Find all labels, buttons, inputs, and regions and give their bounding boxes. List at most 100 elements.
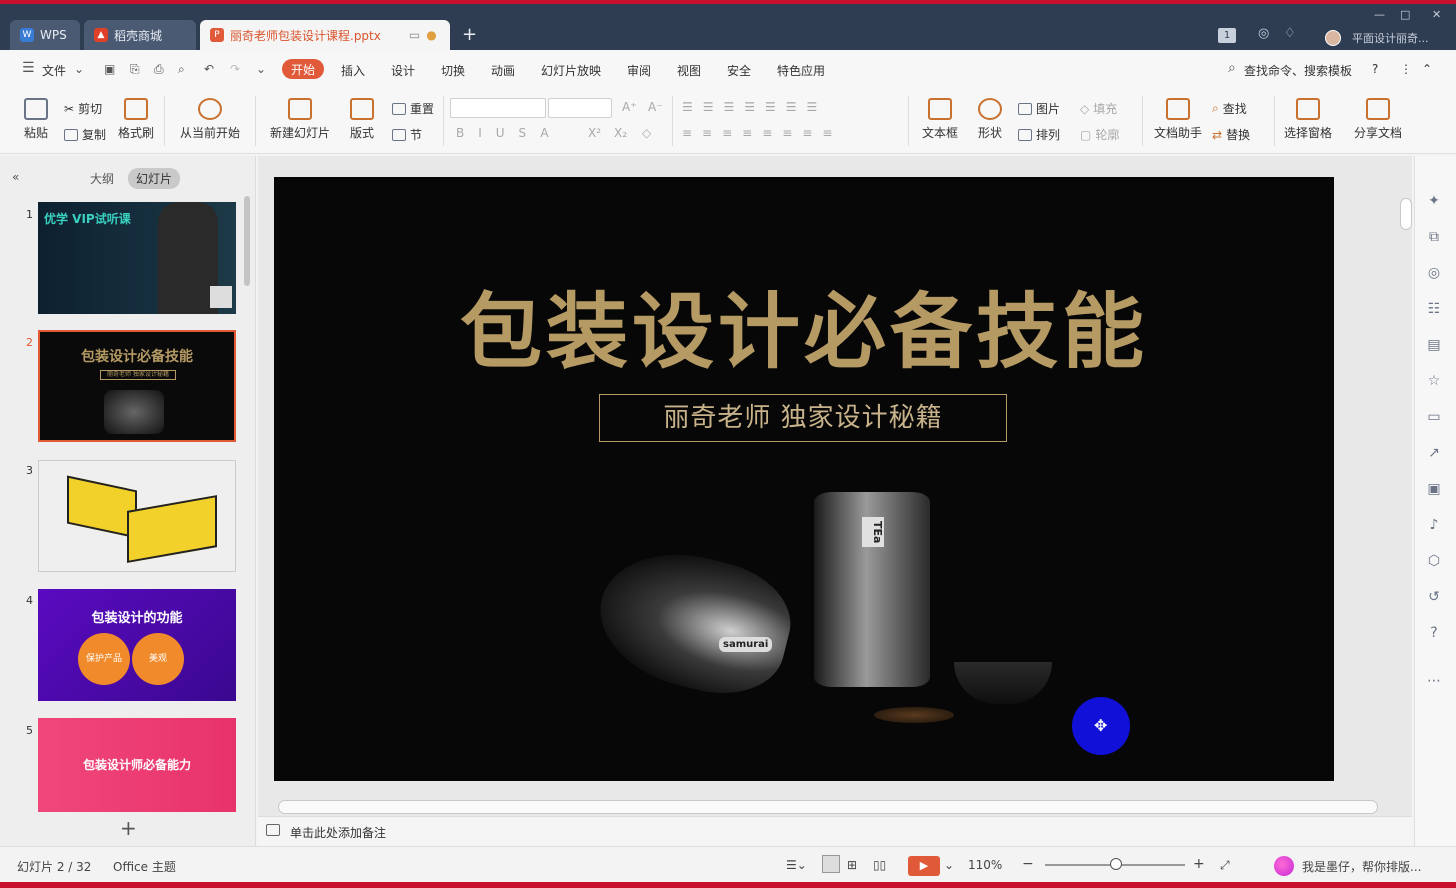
slide-thumb-2[interactable]: 包装设计必备技能 丽奇老师 独家设计秘籍 — [38, 330, 236, 442]
search-icon[interactable]: ⌕ — [1228, 60, 1236, 76]
find-button[interactable]: ⌕ 查找 — [1212, 100, 1247, 117]
more-icon[interactable]: ⋯ — [1425, 672, 1443, 690]
slide-canvas[interactable]: 包装设计必备技能 丽奇老师 独家设计秘籍 samurai TEa — [274, 177, 1334, 781]
horizontal-scrollbar[interactable] — [278, 800, 1378, 814]
undo-icon[interactable]: ↶ — [204, 62, 214, 76]
copy-button[interactable]: 复制 — [64, 126, 106, 143]
notes-placeholder[interactable]: 单击此处添加备注 — [290, 824, 386, 841]
paragraph-icons-bottom[interactable]: ≡≡≡≡≡≡≡≡ — [682, 126, 842, 140]
theme-name[interactable]: Office 主题 — [113, 858, 176, 875]
maximize-icon[interactable]: □ — [1400, 8, 1410, 21]
reading-view-icon[interactable]: ▯▯ — [873, 858, 886, 872]
export-pdf-icon[interactable]: ⎘ — [130, 62, 140, 77]
replace-button[interactable]: ⇄ 替换 — [1212, 126, 1250, 143]
select-pane-button[interactable]: 选择窗格 — [1280, 98, 1336, 141]
menu-start[interactable]: 开始 — [282, 59, 324, 79]
menu-review[interactable]: 审阅 — [627, 62, 651, 79]
tab-document[interactable]: P 丽奇老师包装设计课程.pptx ▭ ● — [200, 20, 450, 50]
pin-icon[interactable]: ✦ — [1425, 192, 1443, 210]
help-button[interactable]: ? — [1372, 62, 1378, 76]
layout-button[interactable]: 版式 — [342, 98, 382, 141]
star-icon[interactable]: ☆ — [1425, 372, 1443, 390]
sorter-view-icon[interactable]: ⊞ — [847, 858, 857, 872]
cut-button[interactable]: ✂ 剪切 — [64, 100, 102, 117]
superscript-icon[interactable]: X² — [588, 126, 601, 140]
shield-icon[interactable]: ⬡ — [1425, 552, 1443, 570]
image-icon[interactable]: ▣ — [1425, 480, 1443, 498]
reset-button[interactable]: 重置 — [392, 100, 434, 117]
collapse-panel-icon[interactable]: « — [12, 170, 19, 184]
vertical-scrollbar[interactable] — [1400, 198, 1412, 230]
menu-view[interactable]: 视图 — [677, 62, 701, 79]
save-icon[interactable]: ▣ — [104, 62, 115, 76]
redo-icon[interactable]: ↷ — [230, 62, 240, 76]
doc-assistant-button[interactable]: 文档助手 — [1150, 98, 1206, 141]
font-grow-icon[interactable]: A⁺ — [622, 100, 637, 114]
play-menu-icon[interactable]: ⌄ — [944, 858, 954, 872]
font-shrink-icon[interactable]: A⁻ — [648, 100, 663, 114]
gallery-icon[interactable]: ▤ — [1425, 336, 1443, 354]
menu-file[interactable]: 文件 — [42, 62, 66, 79]
outline-button[interactable]: ▢ 轮廓 — [1080, 126, 1119, 143]
arrange-button[interactable]: 排列 — [1018, 126, 1060, 143]
archive-icon[interactable]: ▭ — [1425, 408, 1443, 426]
tab-slides[interactable]: 幻灯片 — [128, 168, 181, 189]
menu-transition[interactable]: 切换 — [441, 62, 465, 79]
tab-docer[interactable]: ▲ 稻壳商城 — [84, 20, 196, 50]
normal-view-icon[interactable] — [822, 855, 840, 873]
zoom-in-icon[interactable]: + — [1193, 856, 1205, 872]
play-slideshow-button[interactable]: ▶ — [908, 856, 940, 876]
slide-subtitle[interactable]: 丽奇老师 独家设计秘籍 — [599, 394, 1007, 442]
menu-slideshow[interactable]: 幻灯片放映 — [541, 62, 601, 79]
collapse-ribbon-icon[interactable]: ⌃ — [1422, 62, 1432, 76]
duplicate-icon[interactable]: ⧉ — [1425, 228, 1443, 246]
paste-button[interactable]: 粘贴 — [16, 98, 56, 141]
history-icon[interactable]: ↺ — [1425, 588, 1443, 606]
monitor-icon[interactable]: ▭ — [409, 28, 420, 42]
font-name-field[interactable] — [450, 98, 546, 118]
more-icon[interactable]: ⋮ — [1400, 62, 1412, 76]
font-size-field[interactable] — [548, 98, 612, 118]
avatar[interactable] — [1325, 30, 1341, 46]
customize-icon[interactable]: ⌄ — [256, 62, 266, 76]
slide-title[interactable]: 包装设计必备技能 — [274, 265, 1334, 384]
clear-format-icon[interactable]: ◇ — [642, 126, 651, 140]
cloud-icon[interactable]: ◎ — [1258, 26, 1269, 41]
slide-thumb-1[interactable]: 优学 VIP试听课 — [38, 202, 236, 314]
tab-wps[interactable]: W WPS — [10, 20, 80, 50]
menu-insert[interactable]: 插入 — [341, 62, 365, 79]
add-slide-button[interactable]: + — [120, 816, 137, 840]
chevron-down-icon[interactable]: ⌄ — [74, 62, 84, 76]
assistant-text[interactable]: 我是墨仔，帮你排版... — [1302, 858, 1421, 875]
speaker-icon[interactable]: ♪ — [1425, 516, 1443, 534]
tab-outline[interactable]: 大纲 — [90, 170, 114, 187]
assistant-avatar[interactable] — [1274, 856, 1294, 876]
picture-button[interactable]: 图片 — [1018, 100, 1060, 117]
menu-animation[interactable]: 动画 — [491, 62, 515, 79]
share-out-icon[interactable]: ↗ — [1425, 444, 1443, 462]
menu-security[interactable]: 安全 — [727, 62, 751, 79]
shape-button[interactable]: 形状 — [970, 98, 1010, 141]
help-circle-icon[interactable]: ? — [1425, 624, 1443, 642]
command-search[interactable]: 查找命令、搜索模板 — [1244, 62, 1352, 79]
font-style-icons[interactable]: BIUSA — [456, 126, 563, 140]
new-tab-button[interactable]: + — [462, 26, 477, 44]
skin-icon[interactable]: ♢ — [1284, 26, 1296, 41]
slide-thumb-5[interactable]: 包装设计师必备能力 — [38, 718, 236, 812]
menu-special[interactable]: 特色应用 — [777, 62, 825, 79]
user-name[interactable]: 平面设计丽奇... — [1352, 30, 1429, 46]
slide-thumb-3[interactable] — [38, 460, 236, 572]
paragraph-icons-top[interactable]: ☰☰☰☰☰☰☰ — [682, 100, 827, 114]
zoom-slider-handle[interactable] — [1110, 858, 1122, 870]
share-button[interactable]: 分享文档 — [1350, 98, 1406, 141]
fit-window-icon[interactable]: ⤢ — [1220, 858, 1230, 873]
print-icon[interactable]: ⎙ — [154, 62, 164, 77]
settings-sliders-icon[interactable]: ☷ — [1425, 300, 1443, 318]
format-painter-button[interactable]: 格式刷 — [114, 98, 158, 141]
play-from-current-button[interactable]: 从当前开始 — [172, 98, 248, 141]
zoom-out-icon[interactable]: − — [1022, 856, 1034, 872]
minimize-icon[interactable]: — — [1374, 8, 1385, 21]
textbox-button[interactable]: 文本框 — [916, 98, 964, 141]
slide-thumb-4[interactable]: 包装设计的功能 保护产品 美观 — [38, 589, 236, 701]
window-count-badge[interactable]: 1 — [1218, 28, 1236, 43]
